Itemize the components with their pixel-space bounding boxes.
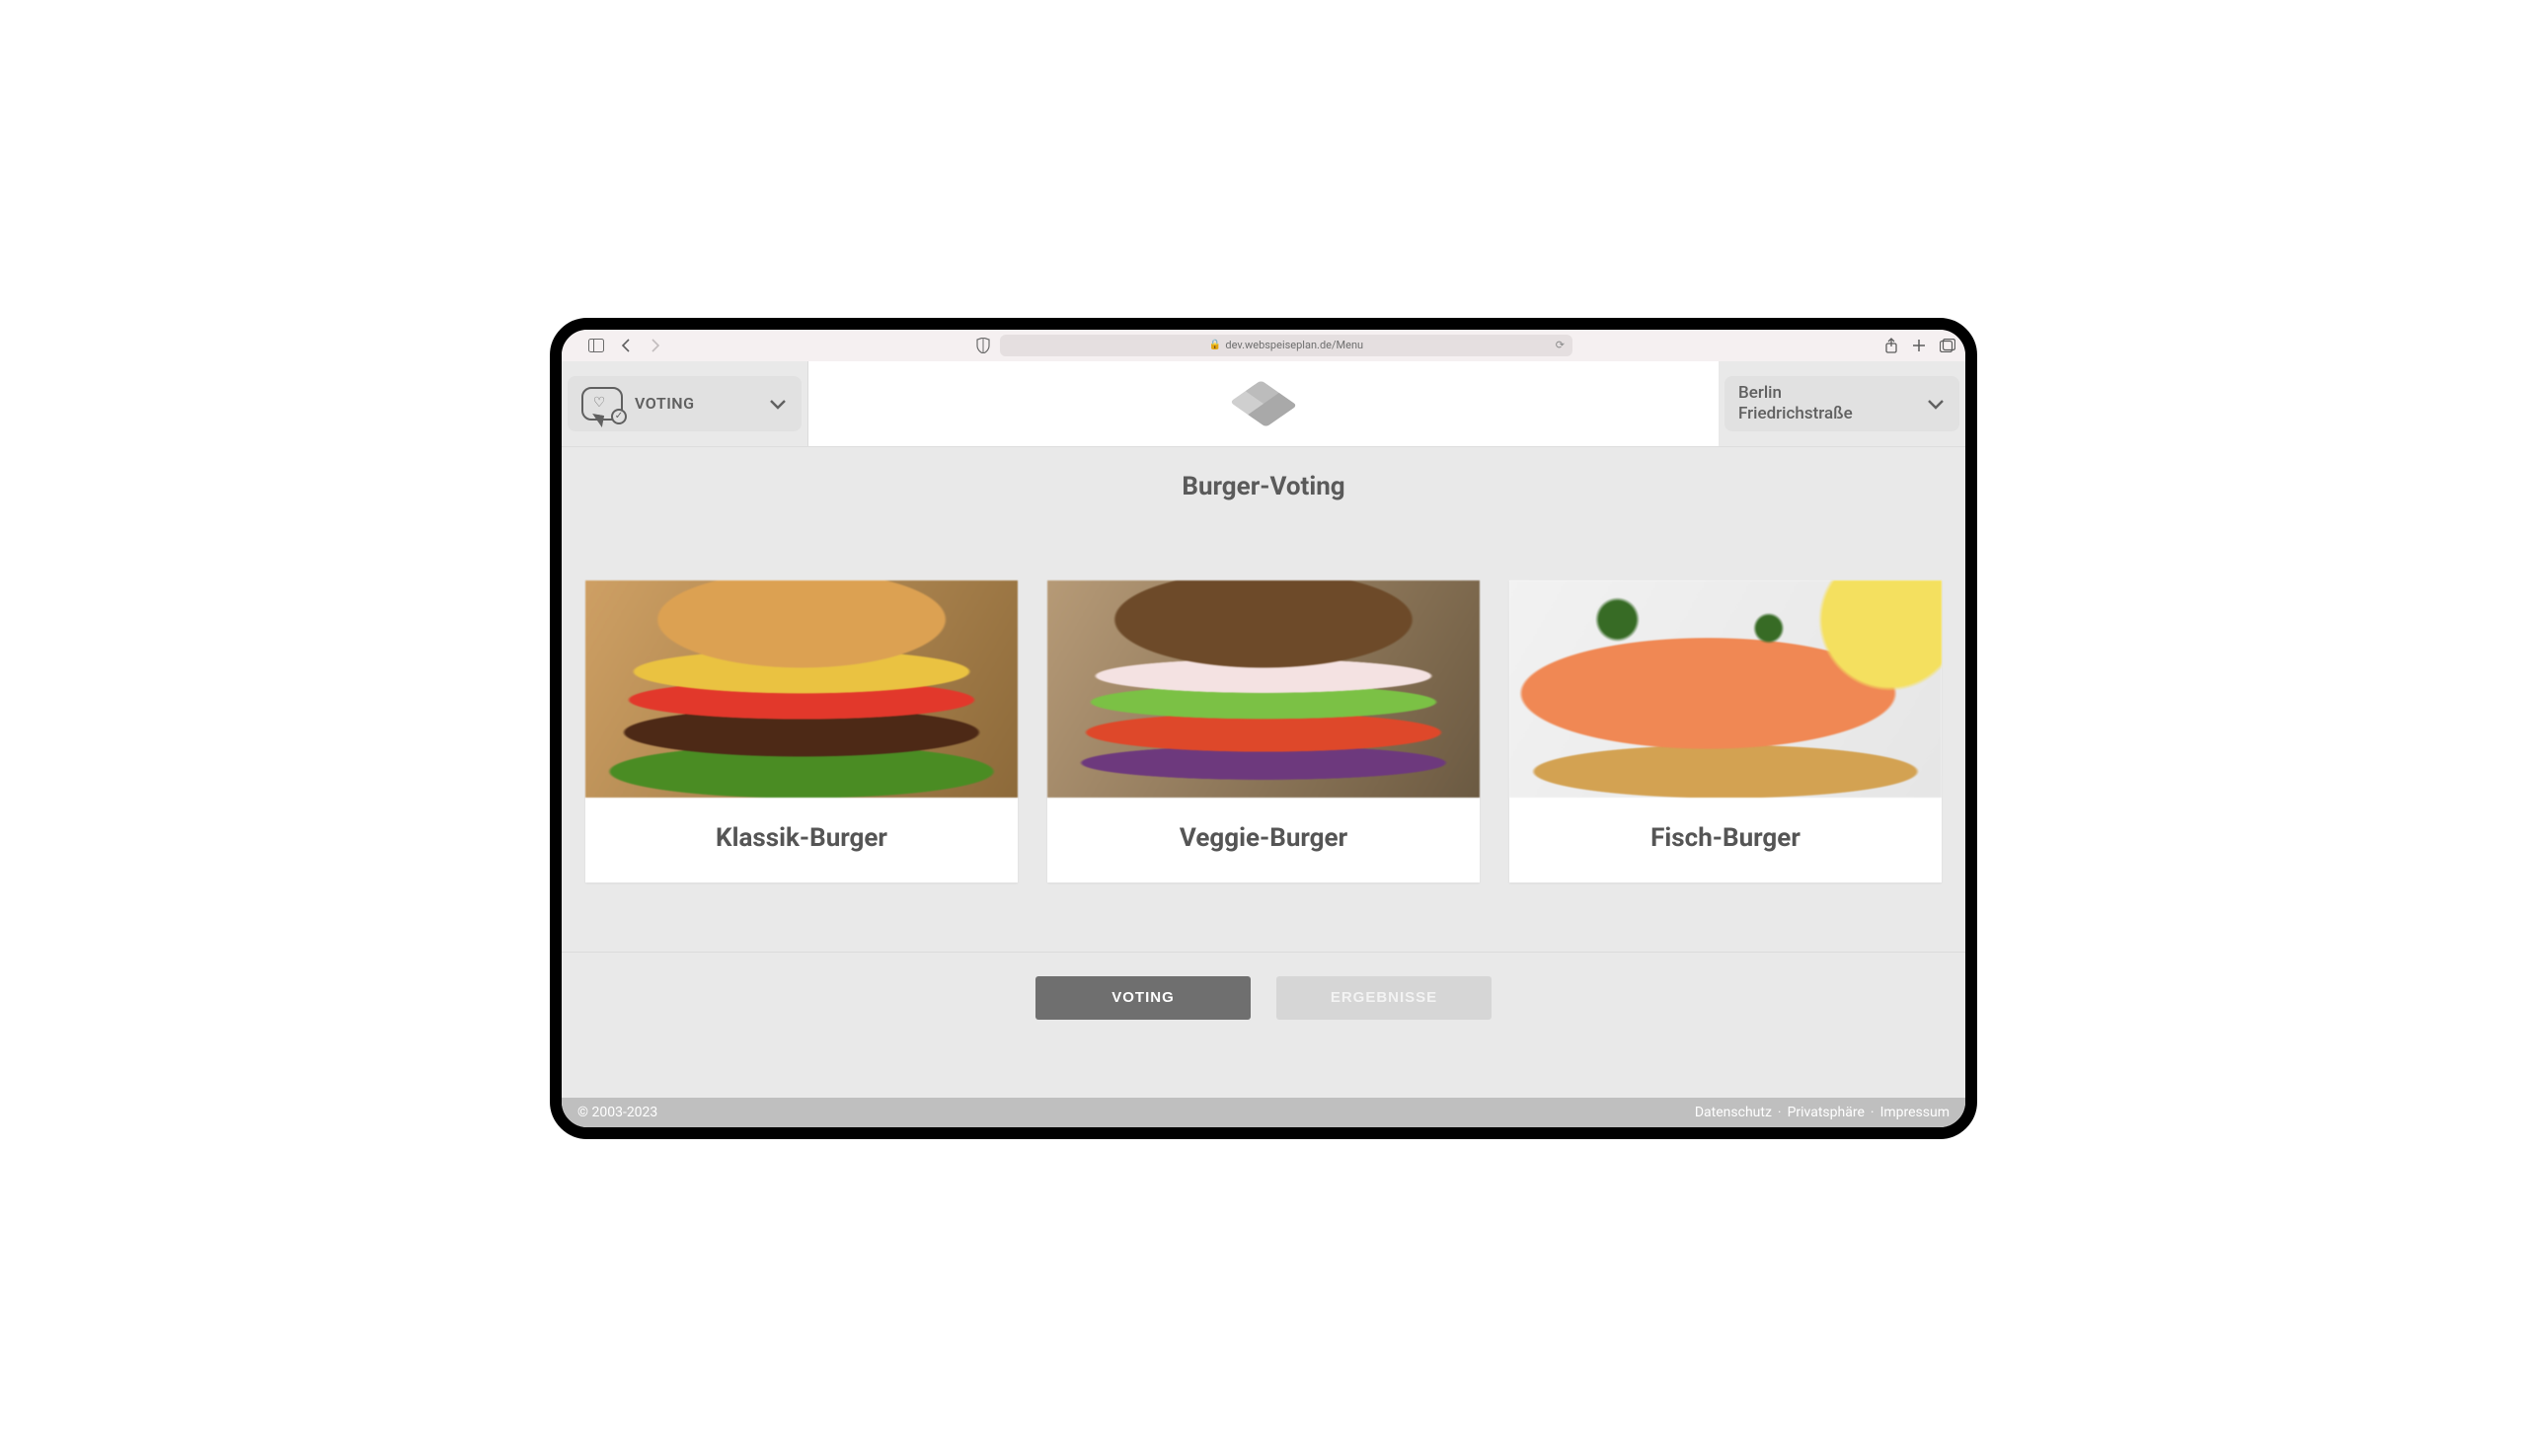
footer-link-privatsphaere[interactable]: Privatsphäre — [1788, 1105, 1865, 1120]
device-frame: 🔒 dev.webspeiseplan.de/Menu ⟳ ♡ — [550, 318, 1977, 1139]
page-footer: © 2003-2023 Datenschutz · Privatsphäre ·… — [562, 1098, 1965, 1127]
share-icon[interactable] — [1884, 338, 1898, 353]
browser-toolbar: 🔒 dev.webspeiseplan.de/Menu ⟳ — [562, 330, 1965, 361]
location-dropdown[interactable]: Berlin Friedrichstraße — [1724, 376, 1959, 431]
privacy-shield-icon[interactable] — [976, 338, 990, 353]
voting-card-label: Veggie-Burger — [1047, 798, 1480, 882]
footer-sep: · — [1778, 1105, 1782, 1120]
burger-image — [585, 580, 1018, 798]
main-content: Burger-Voting Klassik-Burger Veggie-Burg… — [562, 446, 1965, 1098]
voting-icon: ♡ ✓ — [581, 387, 623, 421]
bottom-tabs: VOTING ERGEBNISSE — [585, 953, 1942, 1045]
footer-copyright: © 2003-2023 — [577, 1105, 657, 1120]
chevron-down-icon — [768, 397, 788, 411]
burger-image — [1509, 580, 1942, 798]
footer-link-datenschutz[interactable]: Datenschutz — [1695, 1105, 1772, 1120]
voting-card-label: Klassik-Burger — [585, 798, 1018, 882]
chevron-down-icon — [1926, 397, 1946, 411]
page-header: ♡ ✓ VOTING Berlin Friedrichstraße — [562, 361, 1965, 446]
tab-results[interactable]: ERGEBNISSE — [1276, 976, 1492, 1020]
page: ♡ ✓ VOTING Berlin Friedrichstraße — [562, 361, 1965, 1127]
reload-icon[interactable]: ⟳ — [1556, 339, 1565, 351]
forward-icon — [647, 337, 664, 354]
mode-dropdown-label: VOTING — [635, 394, 756, 413]
sidebar-toggle-icon[interactable] — [587, 337, 605, 354]
lock-icon: 🔒 — [1209, 340, 1221, 350]
burger-image — [1047, 580, 1480, 798]
new-tab-icon[interactable] — [1912, 339, 1926, 352]
mode-dropdown[interactable]: ♡ ✓ VOTING — [568, 376, 802, 431]
location-dropdown-label: Berlin Friedrichstraße — [1738, 383, 1914, 423]
tabs-overview-icon[interactable] — [1940, 339, 1955, 352]
back-icon[interactable] — [617, 337, 635, 354]
page-title: Burger-Voting — [585, 472, 1942, 501]
voting-card-fisch[interactable]: Fisch-Burger — [1509, 580, 1942, 882]
voting-card-label: Fisch-Burger — [1509, 798, 1942, 882]
voting-card-row: Klassik-Burger Veggie-Burger Fisch-Burge… — [585, 580, 1942, 882]
voting-card-klassik[interactable]: Klassik-Burger — [585, 580, 1018, 882]
url-bar[interactable]: 🔒 dev.webspeiseplan.de/Menu ⟳ — [1000, 335, 1572, 356]
tab-voting[interactable]: VOTING — [1035, 976, 1251, 1020]
voting-card-veggie[interactable]: Veggie-Burger — [1047, 580, 1480, 882]
footer-link-impressum[interactable]: Impressum — [1880, 1105, 1950, 1120]
app-logo — [1234, 377, 1293, 430]
url-text: dev.webspeiseplan.de/Menu — [1225, 339, 1363, 351]
footer-sep: · — [1871, 1105, 1875, 1120]
